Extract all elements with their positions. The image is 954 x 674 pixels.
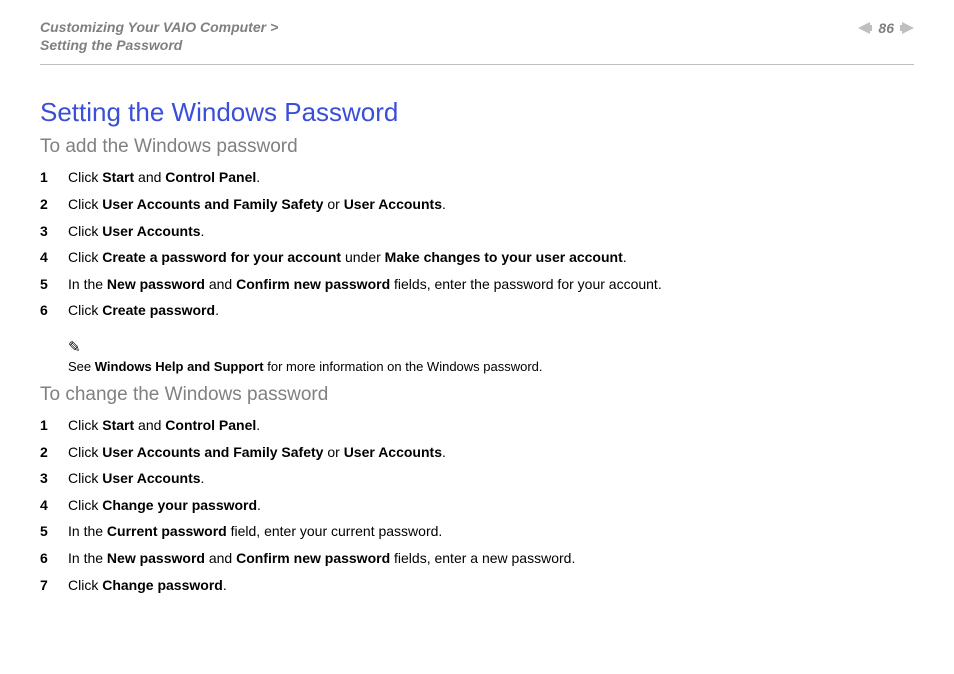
step-text: Click User Accounts.	[68, 218, 914, 245]
step-text: In the Current password field, enter you…	[68, 518, 914, 545]
step-number: 1	[40, 412, 68, 439]
step-number: 3	[40, 218, 68, 245]
list-item: 2Click User Accounts and Family Safety o…	[40, 439, 914, 466]
page-title: Setting the Windows Password	[40, 97, 914, 128]
step-number: 2	[40, 439, 68, 466]
prev-page-icon[interactable]	[858, 22, 872, 34]
note-text: See Windows Help and Support for more in…	[68, 359, 543, 374]
step-number: 6	[40, 545, 68, 572]
list-item: 4Click Create a password for your accoun…	[40, 244, 914, 271]
breadcrumb: Customizing Your VAIO Computer> Setting …	[40, 18, 282, 54]
list-item: 3Click User Accounts.	[40, 465, 914, 492]
step-text: Click User Accounts and Family Safety or…	[68, 439, 914, 466]
breadcrumb-line2: Setting the Password	[40, 37, 182, 53]
page-header: Customizing Your VAIO Computer> Setting …	[40, 18, 914, 54]
list-item: 7Click Change password.	[40, 572, 914, 599]
step-text: In the New password and Confirm new pass…	[68, 545, 914, 572]
section-heading-change: To change the Windows password	[40, 384, 914, 406]
step-text: Click Create a password for your account…	[68, 244, 914, 271]
step-number: 3	[40, 465, 68, 492]
step-number: 7	[40, 572, 68, 599]
step-text: Click User Accounts.	[68, 465, 914, 492]
list-item: 3Click User Accounts.	[40, 218, 914, 245]
step-number: 5	[40, 518, 68, 545]
step-text: Click User Accounts and Family Safety or…	[68, 191, 914, 218]
list-item: 1Click Start and Control Panel.	[40, 164, 914, 191]
step-text: Click Change password.	[68, 572, 914, 599]
step-number: 4	[40, 492, 68, 519]
step-number: 4	[40, 244, 68, 271]
step-number: 2	[40, 191, 68, 218]
step-text: Click Start and Control Panel.	[68, 412, 914, 439]
list-item: 6Click Create password.	[40, 297, 914, 324]
steps-add: 1Click Start and Control Panel.2Click Us…	[40, 164, 914, 324]
list-item: 1Click Start and Control Panel.	[40, 412, 914, 439]
breadcrumb-sep: >	[266, 19, 282, 35]
list-item: 5In the Current password field, enter yo…	[40, 518, 914, 545]
breadcrumb-line1: Customizing Your VAIO Computer	[40, 19, 266, 35]
step-text: Click Change your password.	[68, 492, 914, 519]
header-rule	[40, 64, 914, 65]
next-page-icon[interactable]	[900, 22, 914, 34]
steps-change: 1Click Start and Control Panel.2Click Us…	[40, 412, 914, 598]
step-number: 6	[40, 297, 68, 324]
step-text: Click Start and Control Panel.	[68, 164, 914, 191]
step-text: In the New password and Confirm new pass…	[68, 271, 914, 298]
note: ✎ See Windows Help and Support for more …	[68, 338, 914, 374]
list-item: 6In the New password and Confirm new pas…	[40, 545, 914, 572]
step-number: 1	[40, 164, 68, 191]
document-page: Customizing Your VAIO Computer> Setting …	[0, 0, 954, 674]
list-item: 4Click Change your password.	[40, 492, 914, 519]
page-number: 86	[878, 20, 894, 36]
note-icon: ✎	[68, 338, 914, 357]
step-number: 5	[40, 271, 68, 298]
list-item: 2Click User Accounts and Family Safety o…	[40, 191, 914, 218]
page-nav: 86	[858, 20, 914, 36]
step-text: Click Create password.	[68, 297, 914, 324]
list-item: 5In the New password and Confirm new pas…	[40, 271, 914, 298]
section-heading-add: To add the Windows password	[40, 136, 914, 158]
